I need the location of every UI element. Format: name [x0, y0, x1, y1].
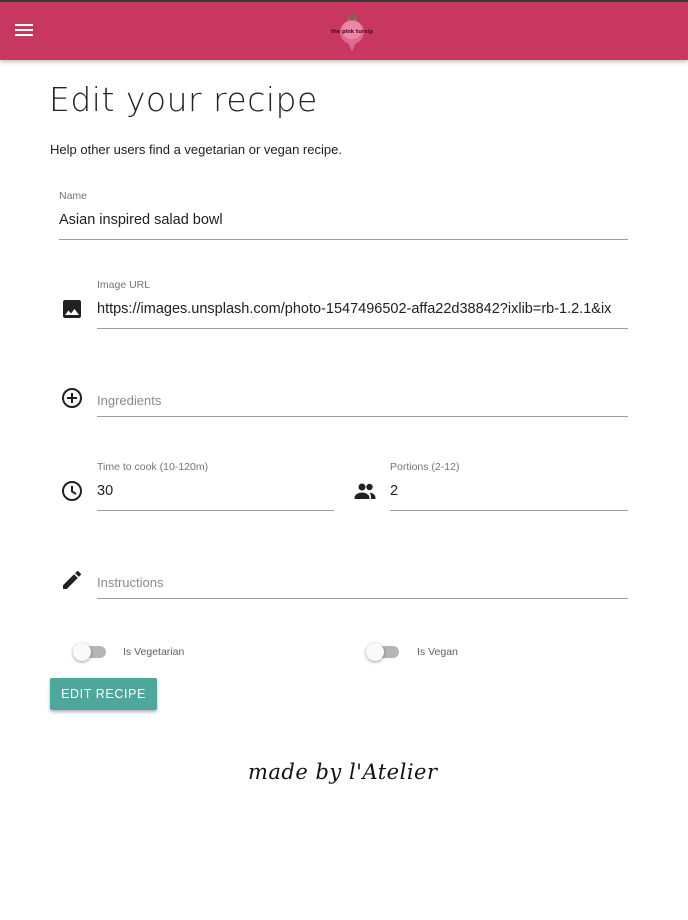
vegetarian-toggle[interactable]: [73, 642, 107, 662]
image-url-underline: [97, 328, 628, 329]
page-subtitle: Help other users find a vegetarian or ve…: [50, 142, 342, 157]
page-title: Edit your recipe: [49, 80, 318, 119]
time-underline: [97, 510, 334, 511]
portions-field[interactable]: Portions (2-12) 2: [390, 461, 628, 511]
image-url-field[interactable]: Image URL https://images.unsplash.com/ph…: [97, 279, 628, 329]
hamburger-menu-icon[interactable]: [15, 21, 35, 41]
image-icon: [63, 300, 81, 318]
turnip-logo[interactable]: the pink turnip: [330, 10, 374, 54]
pencil-icon: [63, 570, 82, 589]
vegetarian-toggle-thumb: [73, 643, 91, 661]
name-label: Name: [59, 190, 88, 202]
vegan-toggle-thumb: [366, 643, 384, 661]
instructions-underline: [97, 598, 628, 599]
image-url-label: Image URL: [97, 279, 151, 291]
add-circle-icon[interactable]: [60, 386, 84, 410]
name-value[interactable]: Asian inspired salad bowl: [59, 212, 628, 228]
ingredients-underline: [97, 416, 628, 417]
name-field[interactable]: Name Asian inspired salad bowl: [59, 190, 628, 240]
ingredients-field[interactable]: Ingredients: [97, 385, 628, 417]
vegetarian-label: Is Vegetarian: [123, 646, 185, 658]
time-label: Time to cook (10-120m): [97, 461, 209, 473]
instructions-placeholder: Instructions: [97, 575, 164, 590]
time-value[interactable]: 30: [97, 483, 334, 499]
portions-value[interactable]: 2: [390, 483, 628, 499]
top-app-bar: the pink turnip: [0, 0, 688, 60]
image-url-value[interactable]: https://images.unsplash.com/photo-154749…: [97, 301, 628, 317]
vegan-label: Is Vegan: [417, 646, 458, 658]
time-field[interactable]: Time to cook (10-120m) 30: [97, 461, 334, 511]
portions-label: Portions (2-12): [390, 461, 460, 473]
logo-text: the pink turnip: [330, 29, 374, 35]
portions-underline: [390, 510, 628, 511]
instructions-field[interactable]: Instructions: [97, 567, 628, 599]
name-underline: [59, 239, 628, 240]
people-icon: [354, 483, 376, 499]
footer-signature: made by l'Atelier: [248, 760, 438, 784]
clock-icon: [62, 481, 82, 501]
edit-recipe-button[interactable]: EDIT RECIPE: [50, 678, 157, 710]
ingredients-placeholder: Ingredients: [97, 393, 162, 408]
vegan-toggle[interactable]: [366, 642, 400, 662]
